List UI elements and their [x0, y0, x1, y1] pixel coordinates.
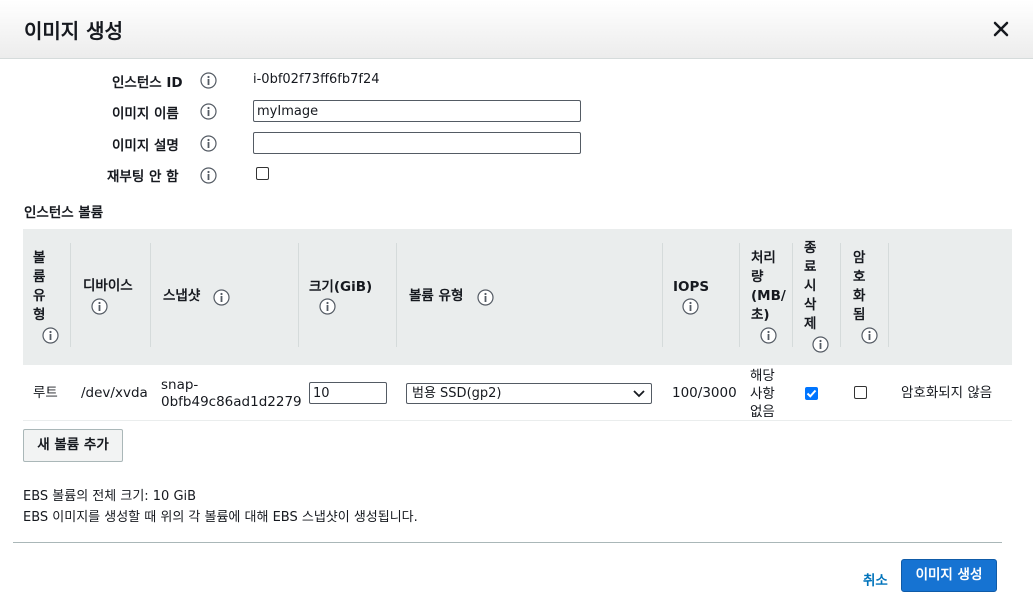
dialog-title: 이미지 생성: [24, 19, 123, 43]
no-reboot-label: 재부팅 안 함: [107, 169, 179, 185]
delete-on-termination-checkbox[interactable]: [805, 387, 818, 400]
close-icon[interactable]: [990, 18, 1012, 40]
col-device: 디바이스: [83, 278, 133, 294]
info-icon[interactable]: [682, 298, 699, 315]
info-icon[interactable]: [200, 72, 217, 89]
footer-divider: [13, 542, 1002, 543]
cell-throughput: 해당 사항 없음: [750, 368, 775, 420]
col-size: 크기(GiB): [309, 279, 373, 295]
total-size-note: EBS 볼륨의 전체 크기: 10 GiB: [23, 489, 197, 504]
info-icon[interactable]: [760, 327, 777, 344]
cell-volume-type: 루트: [33, 385, 58, 401]
no-reboot-checkbox[interactable]: [256, 167, 269, 180]
col-throughput: 처리 량 (MB/ 초): [751, 250, 786, 323]
instance-id-label: 인스턴스 ID: [112, 75, 183, 91]
col-iops: IOPS: [673, 279, 710, 295]
col-volume-type: 볼 륨 유 형: [33, 250, 46, 323]
info-icon[interactable]: [861, 327, 878, 344]
info-icon[interactable]: [477, 289, 494, 306]
info-icon[interactable]: [42, 327, 59, 344]
info-icon[interactable]: [200, 135, 217, 152]
image-name-input[interactable]: [253, 100, 581, 122]
volume-type-select[interactable]: 범용 SSD(gp2): [406, 383, 652, 404]
image-name-label: 이미지 이름: [112, 106, 179, 122]
instance-id-value: i-0bf02f73ff6fb7f24: [253, 72, 380, 87]
encrypted-checkbox[interactable]: [854, 386, 867, 399]
dialog-header: 이미지 생성: [0, 0, 1033, 59]
size-input[interactable]: [309, 382, 387, 404]
image-desc-label: 이미지 설명: [112, 138, 179, 154]
create-image-button[interactable]: 이미지 생성: [901, 559, 997, 592]
info-icon[interactable]: [200, 103, 217, 120]
info-icon[interactable]: [319, 298, 336, 315]
image-desc-input[interactable]: [253, 132, 581, 154]
add-volume-button[interactable]: 새 볼륨 추가: [23, 429, 123, 462]
cell-encryption-status: 암호화되지 않음: [901, 385, 993, 401]
col-delete-on-termination: 종 료 시 삭 제: [804, 240, 817, 332]
info-icon[interactable]: [200, 167, 217, 184]
check-icon: [806, 389, 817, 398]
info-icon[interactable]: [91, 298, 108, 315]
cell-device: /dev/xvda: [81, 385, 148, 401]
snapshot-note: EBS 이미지를 생성할 때 위의 각 볼륨에 대해 EBS 스냅샷이 생성됩니…: [23, 510, 418, 525]
col-ebs-type: 볼륨 유형: [409, 288, 464, 304]
volumes-section-title: 인스턴스 볼륨: [24, 205, 104, 221]
cell-snapshot: snap- 0bfb49c86ad1d2279: [161, 377, 302, 410]
chevron-down-icon: [633, 390, 645, 398]
cell-iops: 100/3000: [672, 385, 737, 401]
info-icon[interactable]: [812, 336, 829, 353]
info-icon[interactable]: [213, 289, 230, 306]
col-encrypted: 암 호 화 됨: [853, 250, 866, 323]
cancel-button[interactable]: 취소: [863, 569, 888, 589]
col-snapshot: 스냅샷: [163, 288, 201, 304]
